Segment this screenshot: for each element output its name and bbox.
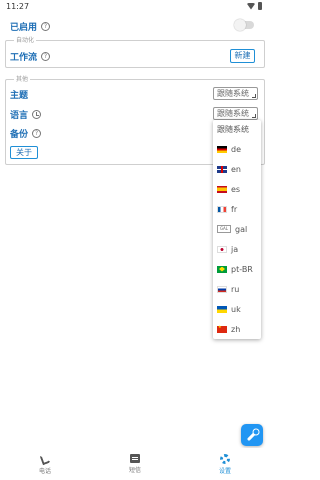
status-time: 11:27 (6, 2, 30, 11)
flag-icon (217, 205, 227, 213)
flag-icon (217, 324, 227, 333)
gear-icon (220, 454, 230, 464)
language-option-label: pt-BR (231, 264, 253, 274)
nav-item[interactable]: 电话 (20, 452, 70, 475)
language-option-label: es (231, 184, 241, 194)
language-option-label: de (231, 144, 241, 154)
flag-icon (217, 145, 227, 153)
enabled-label: 已启用 (10, 23, 38, 33)
enabled-toggle[interactable] (234, 19, 254, 31)
flag-icon (217, 185, 227, 193)
nav-item[interactable]: 短信 (110, 454, 160, 474)
language-select[interactable]: 跟随系统 (213, 107, 258, 120)
help-icon[interactable]: ? (41, 52, 51, 61)
flag-icon (217, 305, 227, 313)
language-option[interactable]: fr (213, 199, 261, 219)
workflow-label: 工作流 (10, 53, 38, 63)
automation-legend: 自动化 (14, 35, 37, 44)
theme-select[interactable]: 跟随系统 (213, 87, 258, 100)
nav-item[interactable]: 设置 (200, 454, 250, 475)
language-option[interactable]: es (213, 179, 261, 199)
language-option[interactable]: GAL gal (213, 219, 261, 239)
status-bar: 11:27 (0, 0, 270, 14)
theme-label: 主题 (10, 91, 29, 101)
language-option-label: ja (231, 244, 239, 254)
language-option-label: 跟随系统 (217, 125, 249, 134)
clock-icon[interactable] (32, 110, 42, 119)
about-button[interactable]: 关于 (10, 146, 38, 159)
language-option[interactable]: uk (213, 299, 261, 319)
language-option[interactable]: de (213, 139, 261, 159)
language-option-label: gal (235, 224, 248, 234)
nav-item-label: 电话 (38, 468, 51, 475)
flag-icon (217, 265, 227, 273)
language-option[interactable]: 跟随系统 (213, 120, 261, 139)
wifi-icon (247, 2, 255, 10)
language-option-label: en (231, 164, 241, 174)
language-option[interactable]: pt-BR (213, 259, 261, 279)
status-icons (247, 2, 262, 10)
enabled-row: 已启用 ? (10, 20, 51, 33)
language-option-label: zh (231, 324, 241, 334)
language-option[interactable]: en (213, 159, 261, 179)
toggle-knob (234, 19, 246, 31)
chat-icon (130, 454, 140, 463)
fab-button[interactable] (241, 424, 263, 446)
flag-icon (217, 165, 227, 173)
new-workflow-button[interactable]: 新建 (230, 49, 255, 63)
flag-icon (217, 285, 227, 293)
help-icon[interactable]: ? (32, 129, 42, 138)
language-row: 语言 (10, 108, 42, 121)
language-label: 语言 (10, 111, 29, 121)
language-option-label: uk (231, 304, 241, 314)
backup-row: 备份 ? (10, 127, 42, 140)
flag-icon (217, 245, 227, 253)
bottom-nav: 电话 短信 设置 (0, 448, 270, 480)
phone-icon (39, 452, 51, 466)
language-option[interactable]: zh (213, 319, 261, 339)
wrench-icon (246, 429, 259, 442)
language-option-label: ru (231, 284, 240, 294)
backup-label: 备份 (10, 130, 29, 140)
language-dropdown: 跟随系统 de en es fr GAL gal ja pt-BR ru uk zh (213, 120, 261, 339)
workflow-row: 工作流 ? (10, 50, 51, 63)
flag-icon: GAL (217, 225, 231, 233)
language-option[interactable]: ru (213, 279, 261, 299)
theme-row: 主题 (10, 88, 28, 101)
language-option[interactable]: ja (213, 239, 261, 259)
language-option-label: fr (231, 204, 238, 214)
nav-item-label: 设置 (218, 468, 231, 475)
help-icon[interactable]: ? (41, 22, 51, 31)
battery-icon (258, 2, 262, 10)
nav-item-label: 短信 (128, 467, 141, 474)
other-legend: 其他 (14, 74, 31, 83)
